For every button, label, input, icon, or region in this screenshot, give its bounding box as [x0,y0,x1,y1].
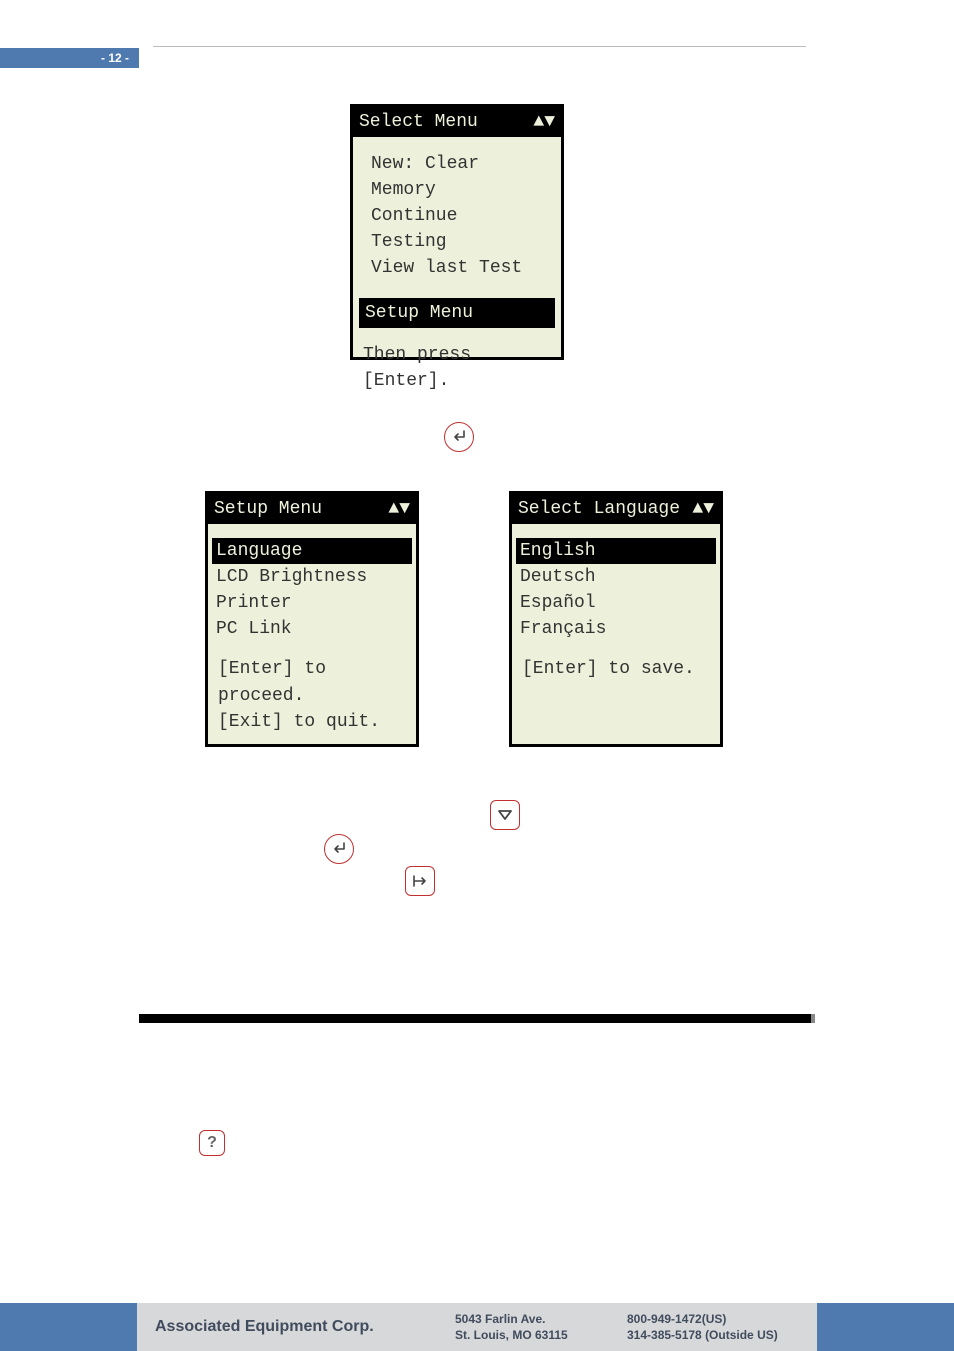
exit-button-icon[interactable] [405,866,435,896]
footer-company: Associated Equipment Corp. [155,1318,455,1336]
lcd2-item: LCD Brightness [212,564,412,590]
lcd1-selected: Setup Menu [359,298,555,328]
lcd-select-menu: Select Menu ▲▼ New: Clear Memory Continu… [350,104,564,360]
lcd3-item: Deutsch [516,564,716,590]
lcd1-body: New: Clear Memory Continue Testing View … [353,137,561,283]
lcd2-item: PC Link [212,616,412,642]
up-down-arrows-icon: ▲▼ [692,496,714,522]
lcd2-hint: [Enter] to proceed. [218,656,406,708]
lcd2-title: Setup Menu [214,496,322,522]
page-footer: Associated Equipment Corp. 5043 Farlin A… [0,1303,954,1351]
lcd3-item: Español [516,590,716,616]
down-button-icon[interactable] [490,800,520,830]
section-divider [139,1014,811,1023]
lcd1-item: View last Test [367,255,547,281]
lcd3-hint: [Enter] to save. [512,642,720,700]
lcd3-title: Select Language [518,496,680,522]
lcd1-item: Continue Testing [367,203,547,255]
help-button-icon[interactable]: ? [199,1130,225,1156]
lcd2-hint: [Exit] to quit. [218,709,406,735]
lcd3-header: Select Language ▲▼ [512,494,720,524]
page-number-tab: - 12 - [0,48,139,68]
lcd1-title: Select Menu [359,109,478,135]
lcd3-item: Français [516,616,716,642]
lcd2-item: Printer [212,590,412,616]
lcd1-hint: Then press [Enter]. [353,328,561,412]
lcd1-header: Select Menu ▲▼ [353,107,561,137]
lcd1-item: New: Clear Memory [367,151,547,203]
top-divider [153,46,806,47]
footer-address: 5043 Farlin Ave. St. Louis, MO 63115 [455,1311,627,1343]
footer-phone: 800-949-1472(US) 314-385-5178 (Outside U… [627,1311,799,1343]
lcd2-selected: Language [212,538,412,564]
lcd-select-language: Select Language ▲▼ English Deutsch Españ… [509,491,723,747]
lcd3-selected: English [516,538,716,564]
enter-button-icon[interactable] [324,834,354,864]
lcd-setup-menu: Setup Menu ▲▼ Language LCD Brightness Pr… [205,491,419,747]
lcd2-hints: [Enter] to proceed. [Exit] to quit. [208,642,416,752]
up-down-arrows-icon: ▲▼ [388,496,410,522]
lcd2-header: Setup Menu ▲▼ [208,494,416,524]
enter-button-icon[interactable] [444,422,474,452]
up-down-arrows-icon: ▲▼ [533,109,555,135]
